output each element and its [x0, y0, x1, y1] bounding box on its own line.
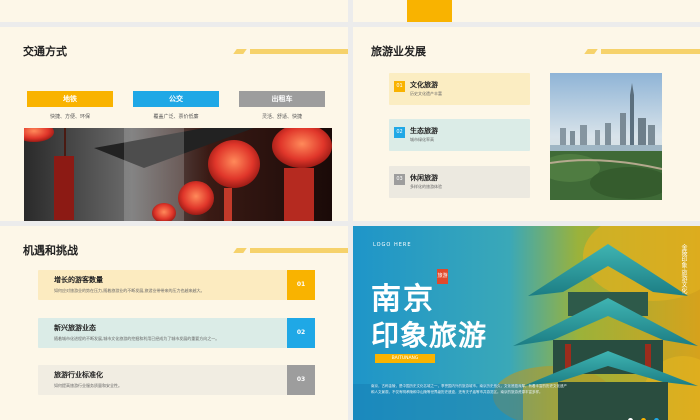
- yellow-accent-block: [407, 0, 452, 22]
- challenge-card-2-num: 02: [287, 318, 315, 348]
- lanterns-photo: [14, 122, 332, 221]
- transport-caption-metro: 快捷、方便、环保: [49, 114, 90, 120]
- transport-tag-metro: 地铁: [27, 91, 113, 107]
- slide-top-left-partial[interactable]: [0, 0, 348, 22]
- dev-card-3-sub: 多样化的旅游体验: [410, 184, 442, 189]
- dev-card-1-sub: 历史文化遗产丰富: [410, 91, 442, 96]
- challenge-card-1-sub: 如何应对旅游业的势在压力,随着旅游业的不断发展,旅游业带带来的压力也越来越大。: [54, 288, 205, 293]
- challenge-card-3-num: 03: [287, 365, 315, 395]
- slide-title: 机遇和挑战: [23, 244, 78, 257]
- title-stripe: [601, 49, 700, 54]
- title-stripe-accent: [584, 49, 598, 54]
- dev-card-2-sub: 城市绿化率高: [410, 137, 434, 142]
- title-stripe: [250, 49, 348, 54]
- city-skyline-photo: [540, 73, 670, 200]
- dev-card-3-title: 休闲旅游: [410, 173, 438, 182]
- dev-card-1-num: 01: [394, 81, 405, 92]
- title-stripe-accent: [233, 248, 247, 253]
- cover-title-line2: 印象旅游: [371, 319, 488, 352]
- slide-development[interactable]: 旅游业发展 01 文化旅游 历史文化遗产丰富 02 生态旅游 城市绿化率高 03…: [353, 27, 700, 221]
- slide-transport[interactable]: 交通方式 地铁 公交 出租车 快捷、方便、环保 覆盖广泛、票价低廉 灵活、舒适、…: [0, 27, 348, 221]
- cover-seal: 旅游: [437, 269, 448, 284]
- slide-top-right-partial[interactable]: [353, 0, 700, 22]
- challenge-card-1-num: 01: [287, 270, 315, 300]
- slide-title: 交通方式: [23, 45, 67, 58]
- cover-title-line1: 南京: [371, 282, 435, 317]
- title-stripe: [250, 248, 348, 253]
- challenge-card-1-title: 增长的游客数量: [54, 275, 103, 284]
- transport-tag-taxi: 出租车: [239, 91, 325, 107]
- dev-card-3-num: 03: [394, 174, 405, 185]
- dev-card-2-title: 生态旅游: [410, 126, 438, 135]
- title-stripe-accent: [233, 49, 247, 54]
- slide-cover[interactable]: LOGO HERE 南京 旅游 印象旅游 BAITUNANG 南京，古称金陵，是…: [353, 226, 700, 420]
- challenge-card-3-sub: 如何提高旅游行业服务质量和安全性。: [54, 383, 122, 388]
- slide-title: 旅游业发展: [371, 45, 426, 58]
- challenge-card-3-title: 旅游行业标准化: [54, 370, 103, 379]
- transport-caption-bus: 覆盖广泛、票价低廉: [153, 114, 199, 120]
- cover-description-2: 和人文景观，不仅有明孝陵和中山陵等世界级历史遗迹，还有夫子庙等市井游览区。南京的…: [371, 390, 543, 394]
- challenge-card-2-sub: 随着城市化进程的不断发展,城市文化旅游的挖掘和利用已经成为了城市发展的重要方向之…: [54, 336, 220, 341]
- logo-text: LOGO HERE: [373, 242, 412, 248]
- cover-pinyin-tag: BAITUNANG: [375, 354, 435, 363]
- transport-tag-bus: 公交: [133, 91, 219, 107]
- transport-caption-taxi: 灵活、舒适、快捷: [261, 114, 302, 120]
- cover-description-1: 南京，古称金陵，是中国历史文化名城之一，享誉国内外的旅游城市。南京历史悠久，文化…: [371, 384, 567, 388]
- cover-side-text: 金陵印象·旅游文化: [680, 244, 687, 294]
- slide-challenges[interactable]: 机遇和挑战 增长的游客数量 如何应对旅游业的势在压力,随着旅游业的不断发展,旅游…: [0, 226, 348, 420]
- pagination-dots[interactable]: [628, 408, 660, 420]
- dev-card-2-num: 02: [394, 127, 405, 138]
- challenge-card-2-title: 新兴旅游业态: [54, 323, 96, 332]
- dev-card-1-title: 文化旅游: [410, 80, 438, 89]
